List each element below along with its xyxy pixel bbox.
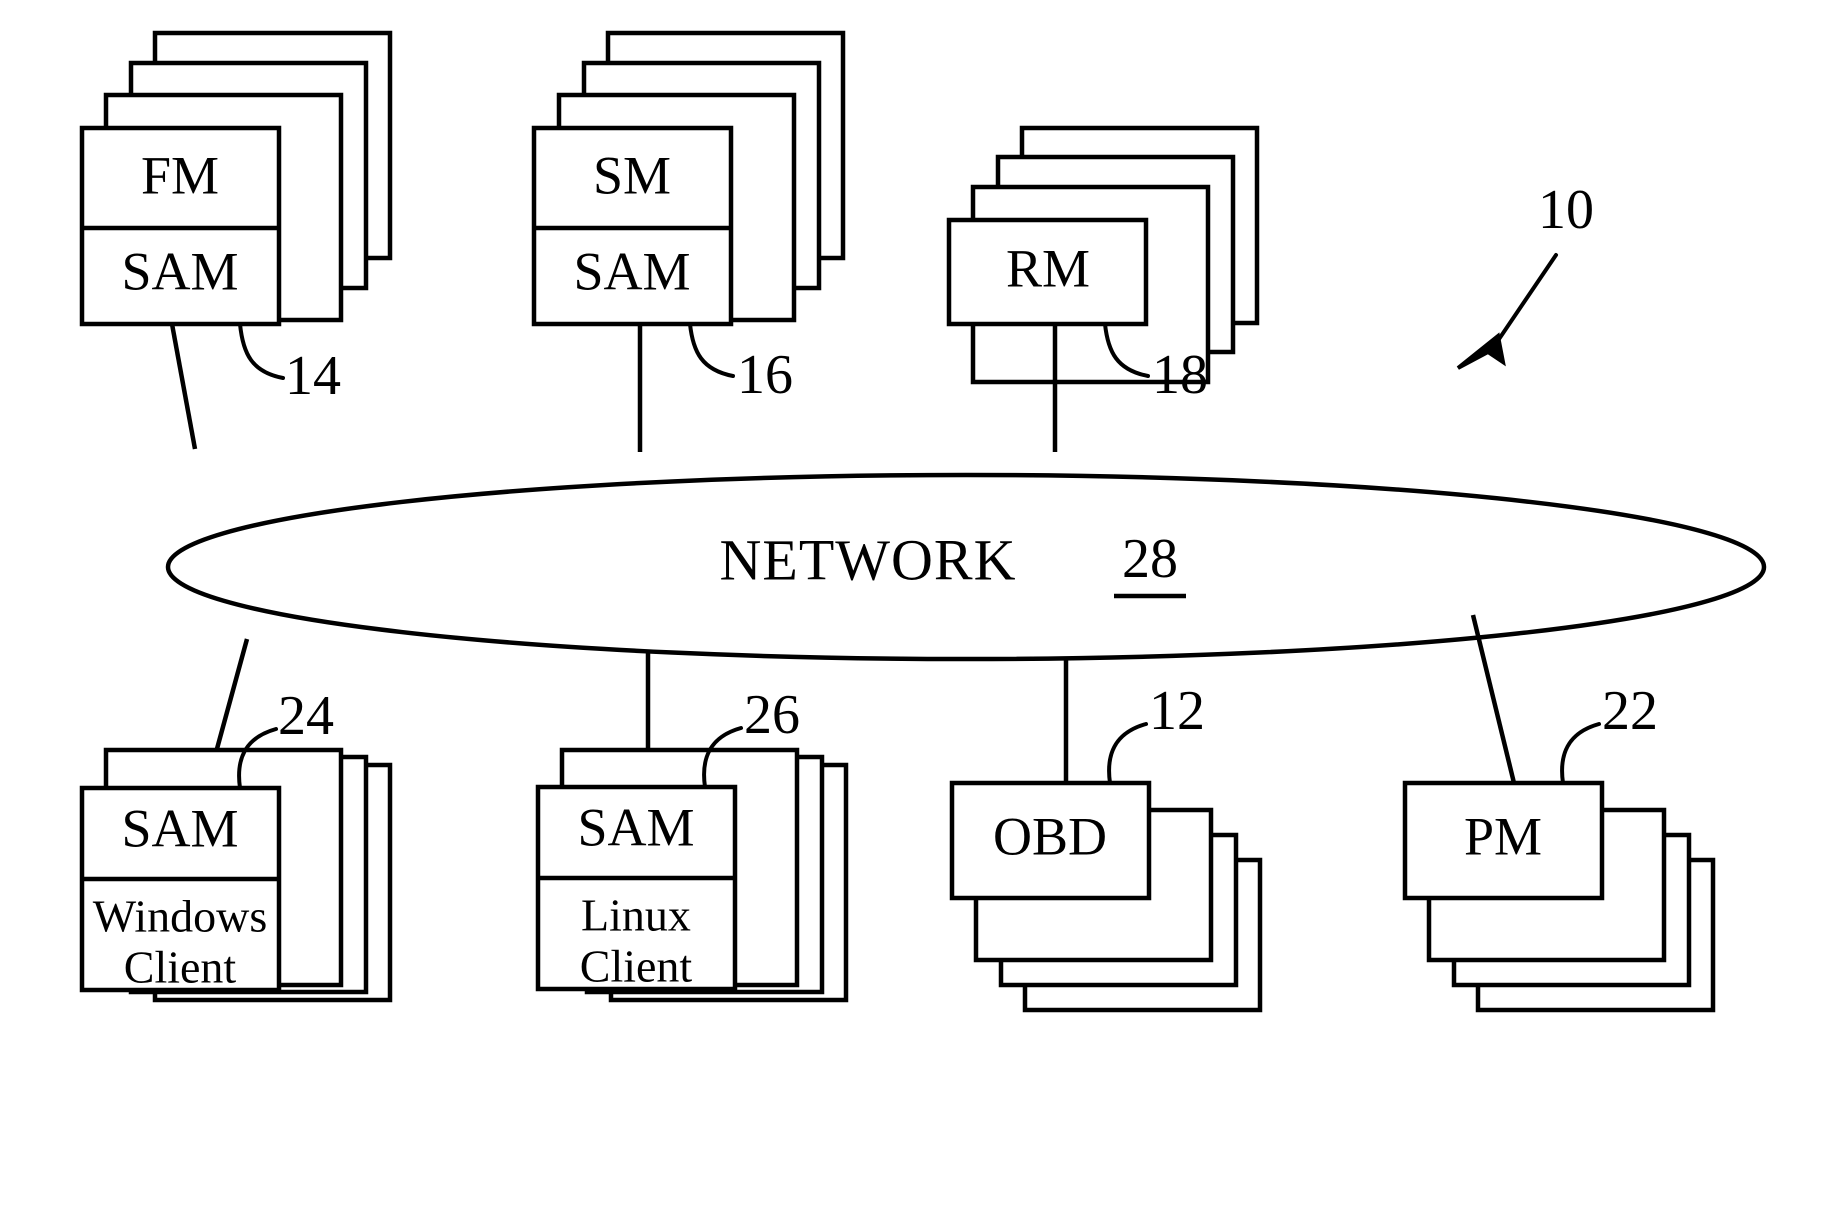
- node-windows-client[interactable]: SAM Windows Client: [79, 747, 393, 1003]
- windows-client-lower-label-line1: Windows: [93, 891, 267, 942]
- node-fm[interactable]: FM SAM: [79, 30, 393, 327]
- obd-reference-number: 12: [1149, 680, 1205, 742]
- figure-reference-callout: 10: [1456, 179, 1594, 370]
- rm-reference-number: 18: [1152, 344, 1208, 406]
- network-reference-number: 28: [1122, 528, 1178, 590]
- fm-upper-label: FM: [141, 145, 219, 205]
- obd-upper-label: OBD: [993, 806, 1107, 866]
- linux-client-reference-number: 26: [744, 684, 800, 746]
- fm-leader-line: [238, 322, 285, 380]
- diagram-canvas: FM SAM 14 SM SAM 16 RM 18 10 NETWORK 28 …: [79, 30, 1767, 1013]
- rm-upper-label: RM: [1006, 238, 1090, 298]
- sm-leader-line: [688, 322, 735, 378]
- node-linux-client[interactable]: SAM Linux Client: [535, 747, 849, 1003]
- patent-figure: FM SAM 14 SM SAM 16 RM 18 10 NETWORK 28 …: [0, 0, 1824, 1222]
- windows-client-upper-label: SAM: [121, 798, 238, 858]
- fm-reference-number: 14: [285, 345, 341, 407]
- pm-upper-label: PM: [1464, 806, 1542, 866]
- linux-client-lower-label-line1: Linux: [581, 890, 691, 941]
- obd-leader-line: [1107, 722, 1148, 785]
- sm-reference-number: 16: [737, 344, 793, 406]
- node-rm[interactable]: RM: [946, 125, 1260, 385]
- node-sm[interactable]: SM SAM: [531, 30, 846, 327]
- fm-network-connector: [169, 323, 198, 450]
- figure-reference-number: 10: [1538, 179, 1594, 241]
- linux-client-upper-label: SAM: [577, 797, 694, 857]
- figure-reference-arrow-shaft: [1493, 253, 1558, 347]
- node-obd[interactable]: OBD: [949, 780, 1263, 1013]
- sm-lower-label: SAM: [573, 241, 690, 301]
- fm-lower-label: SAM: [121, 241, 238, 301]
- figure-reference-arrow-head: [1456, 332, 1506, 370]
- pm-network-connector: [1470, 614, 1517, 784]
- network-cloud[interactable]: NETWORK 28: [165, 472, 1767, 662]
- pm-reference-number: 22: [1602, 680, 1658, 742]
- pm-leader-line: [1560, 722, 1601, 785]
- linux-client-lower-label-line2: Client: [580, 941, 693, 992]
- network-label: NETWORK: [720, 527, 1017, 592]
- windows-client-lower-label-line2: Client: [124, 942, 237, 993]
- windows-client-reference-number: 24: [278, 685, 334, 747]
- node-pm[interactable]: PM: [1402, 780, 1716, 1013]
- sm-upper-label: SM: [593, 145, 671, 205]
